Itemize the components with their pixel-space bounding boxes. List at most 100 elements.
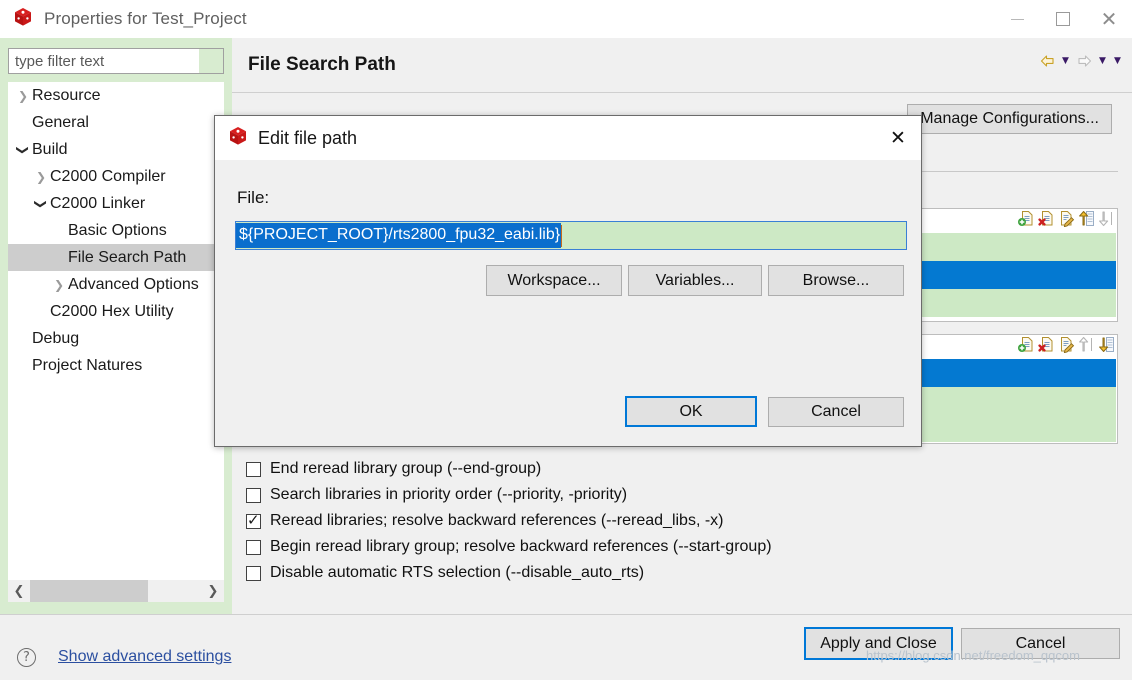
- file-path-value: ${PROJECT_ROOT}/rts2800_fpu32_eabi.lib}: [236, 223, 562, 248]
- sidebar-item-label: General: [32, 113, 89, 131]
- chevron-down-icon[interactable]: ❯: [34, 195, 48, 213]
- sidebar-item-label: Basic Options: [68, 221, 167, 239]
- checkbox-row[interactable]: Reread libraries; resolve backward refer…: [246, 508, 1118, 534]
- list-toolbar: [1018, 336, 1115, 358]
- sidebar-item-label: Resource: [32, 86, 101, 104]
- checkbox-label: End reread library group (--end-group): [270, 460, 542, 477]
- sidebar-item-general[interactable]: General: [8, 109, 224, 136]
- chevron-right-icon[interactable]: ❯: [202, 580, 224, 602]
- dialog-cancel-button[interactable]: Cancel: [768, 397, 904, 427]
- sidebar-item-basic-options[interactable]: Basic Options: [8, 217, 224, 244]
- edit-file-path-dialog: Edit file path ✕ File: ${PROJECT_ROOT}/r…: [214, 115, 922, 447]
- chevron-right-icon[interactable]: ❯: [14, 90, 32, 102]
- scrollbar-track[interactable]: [30, 580, 202, 602]
- checkbox-unchecked-icon[interactable]: [246, 565, 261, 581]
- checkbox-row[interactable]: Search libraries in priority order (--pr…: [246, 482, 1118, 508]
- list-toolbar: [1018, 211, 1115, 231]
- sidebar-item-file-search-path[interactable]: File Search Path: [8, 244, 224, 271]
- ok-button[interactable]: OK: [625, 396, 757, 427]
- variables-button[interactable]: Variables...: [628, 265, 762, 296]
- move-up-icon[interactable]: [1078, 210, 1095, 232]
- dialog-title: Edit file path: [258, 127, 358, 148]
- checkbox-unchecked-icon[interactable]: [246, 487, 261, 503]
- chevron-right-icon[interactable]: ❯: [50, 279, 68, 291]
- ccs-cube-icon: [12, 6, 34, 33]
- settings-tree[interactable]: ❯ Resource General ❯ Build ❯ C2000 Compiler ❯ C2…: [8, 82, 224, 595]
- app-window: Properties for Test_Project ✕ ❯ResourceG…: [0, 0, 1132, 680]
- window-title: Properties for Test_Project: [44, 9, 247, 28]
- chevron-left-icon[interactable]: ❮: [8, 580, 30, 602]
- maximize-icon: [1056, 12, 1070, 26]
- close-button[interactable]: ✕: [1086, 0, 1132, 38]
- minimize-icon: [1010, 18, 1024, 20]
- maximize-button[interactable]: [1040, 0, 1086, 38]
- text-caret: [561, 224, 563, 247]
- sidebar-item-c2000-hex-utility[interactable]: C2000 Hex Utility: [8, 298, 224, 325]
- checkbox-row[interactable]: End reread library group (--end-group): [246, 456, 1118, 482]
- sidebar-item-resource[interactable]: ❯ Resource: [8, 82, 224, 109]
- checkbox-label: Begin reread library group; resolve back…: [270, 538, 772, 555]
- move-up-icon: [1078, 336, 1095, 358]
- sidebar-item-label: Project Natures: [32, 356, 143, 374]
- checkbox-label: Reread libraries; resolve backward refer…: [270, 512, 724, 529]
- watermark-text: https://blog.csdn.net/freedom_qqcom: [866, 648, 1080, 663]
- dialog-source-buttons: Workspace... Variables... Browse...: [215, 265, 921, 297]
- chevron-down-icon[interactable]: ▼: [1111, 51, 1124, 71]
- browse-button[interactable]: Browse...: [768, 265, 904, 296]
- checkbox-row[interactable]: Disable automatic RTS selection (--disab…: [246, 560, 1118, 586]
- edit-file-icon[interactable]: [1058, 210, 1075, 232]
- page-navigation: ▼ ▼ ▼: [1037, 51, 1124, 71]
- sidebar-item-debug[interactable]: Debug: [8, 325, 224, 352]
- show-advanced-settings-link[interactable]: Show advanced settings: [58, 648, 231, 666]
- filter-field-wrapper: [8, 48, 224, 74]
- arrow-right-icon: [1074, 51, 1094, 71]
- chevron-down-icon[interactable]: ▼: [1096, 51, 1109, 71]
- chevron-down-icon[interactable]: ❯: [16, 141, 30, 159]
- search-input[interactable]: [8, 48, 224, 74]
- sidebar-item-project-natures[interactable]: Project Natures: [8, 352, 224, 379]
- close-icon: ✕: [1100, 7, 1118, 31]
- file-path-input[interactable]: ${PROJECT_ROOT}/rts2800_fpu32_eabi.lib}: [235, 221, 907, 250]
- file-label: File:: [237, 188, 270, 207]
- sidebar-item-label: C2000 Hex Utility: [50, 302, 174, 320]
- move-down-icon: [1098, 210, 1115, 232]
- window-controls: ✕: [994, 0, 1132, 38]
- move-down-icon[interactable]: [1098, 336, 1115, 358]
- page-title: File Search Path: [248, 54, 396, 75]
- chevron-right-icon[interactable]: ❯: [32, 171, 50, 183]
- checkbox-unchecked-icon[interactable]: [246, 539, 261, 555]
- settings-tree-panel: ❯ResourceGeneral❯Build❯C2000 Compiler❯C2…: [0, 38, 232, 614]
- delete-file-icon[interactable]: [1038, 210, 1055, 232]
- linker-options-checkbox-list: End reread library group (--end-group) Se…: [246, 456, 1118, 586]
- minimize-button[interactable]: [994, 0, 1040, 38]
- sidebar-item-advanced-options[interactable]: ❯ Advanced Options: [8, 271, 224, 298]
- sidebar-item-label: C2000 Linker: [50, 194, 146, 212]
- checkbox-checked-icon[interactable]: [246, 511, 261, 529]
- page-header: File Search Path ▼ ▼ ▼: [232, 38, 1132, 93]
- checkbox-unchecked-icon[interactable]: [246, 461, 261, 477]
- sidebar-item-c2000-compiler[interactable]: ❯ C2000 Compiler: [8, 163, 224, 190]
- sidebar-item-label: C2000 Compiler: [50, 167, 166, 185]
- workspace-button[interactable]: Workspace...: [486, 265, 622, 296]
- sidebar-item-label: Debug: [32, 329, 80, 347]
- sidebar-item-c2000-linker[interactable]: ❯ C2000 Linker: [8, 190, 224, 217]
- add-file-icon[interactable]: [1018, 336, 1035, 358]
- edit-file-icon[interactable]: [1058, 336, 1075, 358]
- manage-configurations-button[interactable]: Manage Configurations...: [907, 104, 1112, 134]
- window-title-bar: Properties for Test_Project ✕: [0, 0, 1132, 38]
- checkbox-label: Disable automatic RTS selection (--disab…: [270, 564, 645, 581]
- ccs-cube-icon: [227, 125, 249, 152]
- help-icon[interactable]: ?: [17, 648, 36, 667]
- sidebar-item-build[interactable]: ❯ Build: [8, 136, 224, 163]
- add-file-icon[interactable]: [1018, 210, 1035, 232]
- scrollbar-thumb[interactable]: [30, 580, 148, 602]
- sidebar-item-label: File Search Path: [68, 248, 187, 266]
- sidebar-item-label: Advanced Options: [68, 275, 199, 293]
- arrow-left-icon[interactable]: [1037, 51, 1057, 71]
- close-icon[interactable]: ✕: [879, 120, 917, 156]
- dialog-title-bar: Edit file path ✕: [215, 116, 921, 160]
- chevron-down-icon[interactable]: ▼: [1059, 51, 1072, 71]
- checkbox-row[interactable]: Begin reread library group; resolve back…: [246, 534, 1118, 560]
- delete-file-icon[interactable]: [1038, 336, 1055, 358]
- tree-horizontal-scrollbar[interactable]: ❮ ❯: [8, 580, 224, 602]
